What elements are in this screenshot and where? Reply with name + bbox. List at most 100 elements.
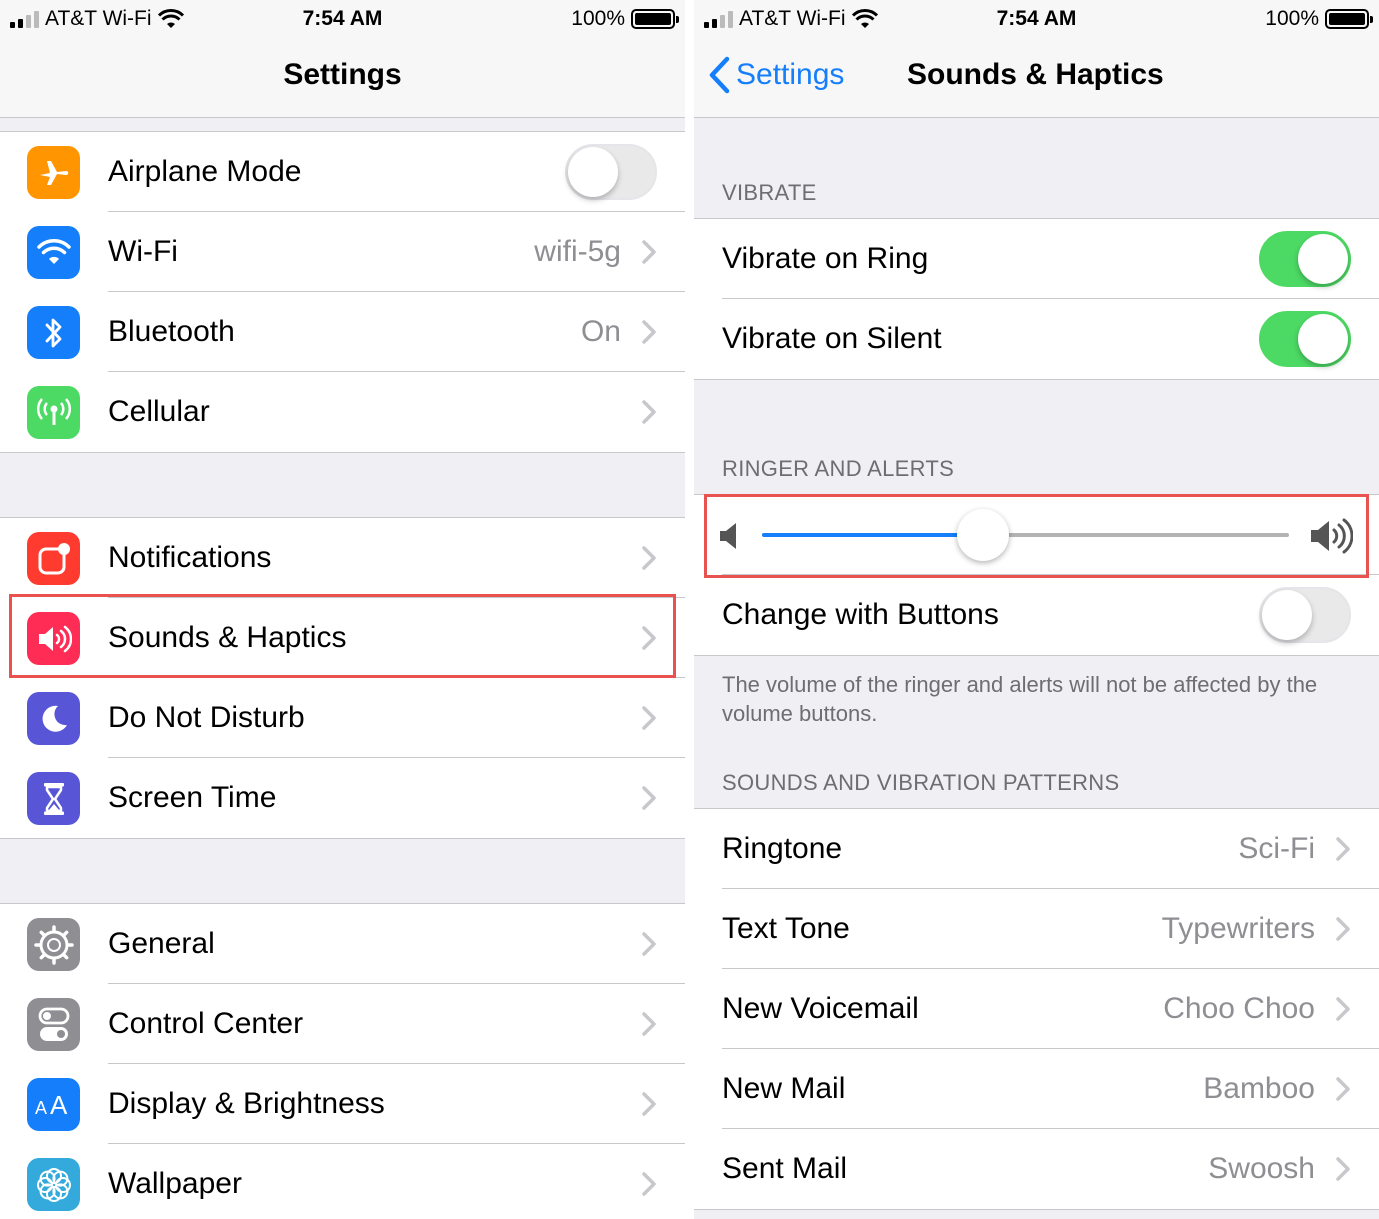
settings-row-label: Sounds & Haptics	[108, 621, 347, 654]
chevron-right-icon	[1336, 917, 1350, 941]
pattern-value: Bamboo	[1203, 1072, 1315, 1105]
pattern-value: Choo Choo	[1163, 992, 1315, 1025]
chevron-right-icon	[642, 1172, 656, 1196]
pattern-label: New Voicemail	[722, 992, 919, 1025]
section-header-ringer: RINGER AND ALERTS	[722, 456, 955, 481]
ringer-group: Change with Buttons	[694, 494, 1379, 656]
chevron-right-icon	[642, 240, 656, 264]
pattern-value: Sci-Fi	[1238, 832, 1315, 865]
vibrate-on-silent-toggle[interactable]	[1259, 311, 1351, 367]
pattern-label: New Mail	[722, 1072, 846, 1105]
settings-row-general[interactable]: General	[0, 904, 685, 984]
settings-row-label: Screen Time	[108, 781, 277, 814]
back-button[interactable]: Settings	[708, 56, 844, 94]
settings-row-bluetooth[interactable]: Bluetooth On	[0, 292, 685, 372]
section-header-vibrate: VIBRATE	[722, 180, 817, 205]
chevron-right-icon	[642, 786, 656, 810]
notifications-icon	[27, 532, 80, 585]
chevron-right-icon	[642, 400, 656, 424]
pattern-value: Typewriters	[1161, 912, 1315, 945]
pattern-value: Swoosh	[1208, 1152, 1315, 1185]
settings-row-wi-fi[interactable]: Wi-Fi wifi-5g	[0, 212, 685, 292]
ringer-volume-slider[interactable]	[762, 533, 1289, 537]
pattern-row-new-mail[interactable]: New Mail Bamboo	[694, 1049, 1379, 1129]
chevron-right-icon	[1336, 1077, 1350, 1101]
speaker-icon	[27, 612, 80, 665]
back-button-label: Settings	[736, 58, 845, 91]
settings-group-general: General Control Center A A Display & Brightn…	[0, 903, 685, 1219]
vibrate-group: Vibrate on Ring Vibrate on Silent	[694, 218, 1379, 380]
chevron-right-icon	[642, 1012, 656, 1036]
settings-row-cellular[interactable]: Cellular	[0, 372, 685, 452]
chevron-right-icon	[642, 320, 656, 344]
text-size-icon: AA	[27, 1078, 80, 1131]
vibrate-on-ring-row: Vibrate on Ring	[694, 219, 1379, 299]
pattern-row-new-voicemail[interactable]: New Voicemail Choo Choo	[694, 969, 1379, 1049]
vibrate-on-silent-row: Vibrate on Silent	[694, 299, 1379, 379]
vibrate-on-ring-toggle[interactable]	[1259, 231, 1351, 287]
battery-icon	[1325, 9, 1373, 29]
airplane-icon	[27, 146, 80, 199]
settings-row-sounds-and-haptics[interactable]: Sounds & Haptics	[0, 598, 685, 678]
flower-icon	[27, 1158, 80, 1211]
settings-row-do-not-disturb[interactable]: Do Not Disturb	[0, 678, 685, 758]
pattern-row-text-tone[interactable]: Text Tone Typewriters	[694, 889, 1379, 969]
volume-high-icon	[1311, 518, 1353, 554]
pattern-label: Text Tone	[722, 912, 850, 945]
bluetooth-icon	[27, 306, 80, 359]
settings-row-label: General	[108, 927, 215, 960]
settings-row-control-center[interactable]: Control Center	[0, 984, 685, 1064]
switches-icon	[27, 998, 80, 1051]
sounds-haptics-screen: AT&T Wi-Fi 7:54 AM 100% Settings Sounds …	[694, 0, 1379, 1219]
settings-row-label: Control Center	[108, 1007, 304, 1040]
change-with-buttons-label: Change with Buttons	[722, 598, 999, 631]
sound-patterns-group: Ringtone Sci-Fi Text Tone Typewriters New Vo…	[694, 808, 1379, 1210]
settings-screen: AT&T Wi-Fi 7:54 AM 100% Settings Airplan…	[0, 0, 685, 1219]
airplane-mode-toggle[interactable]	[565, 144, 657, 200]
page-title: Settings	[283, 58, 402, 91]
settings-row-label: Wallpaper	[108, 1167, 242, 1200]
section-header-patterns: SOUNDS AND VIBRATION PATTERNS	[722, 770, 1120, 795]
settings-row-wallpaper[interactable]: Wallpaper	[0, 1144, 685, 1219]
pattern-row-sent-mail[interactable]: Sent Mail Swoosh	[694, 1129, 1379, 1209]
change-with-buttons-toggle[interactable]	[1259, 587, 1351, 643]
chevron-right-icon	[642, 1092, 656, 1116]
settings-row-label: Airplane Mode	[108, 155, 302, 188]
settings-group-connectivity: Airplane Mode Wi-Fi wifi-5g Bluetooth On Cell…	[0, 131, 685, 453]
nav-bar: Settings	[0, 38, 685, 118]
status-bar: AT&T Wi-Fi 7:54 AM 100%	[0, 0, 685, 38]
ringer-footer-text: The volume of the ringer and alerts will…	[722, 672, 1318, 726]
settings-row-display-and-brightness[interactable]: A A Display & Brightness	[0, 1064, 685, 1144]
chevron-right-icon	[642, 546, 656, 570]
wifi-icon	[27, 226, 80, 279]
volume-low-icon	[720, 523, 736, 549]
battery-percent: 100%	[1265, 7, 1319, 30]
status-bar: AT&T Wi-Fi 7:54 AM 100%	[694, 0, 1379, 38]
nav-bar: Settings Sounds & Haptics	[694, 38, 1379, 118]
hourglass-icon	[27, 772, 80, 825]
chevron-right-icon	[1336, 1157, 1350, 1181]
settings-row-value: On	[580, 315, 621, 348]
settings-row-label: Wi-Fi	[108, 235, 178, 268]
settings-row-label: Do Not Disturb	[108, 701, 305, 734]
settings-row-notifications[interactable]: Notifications	[0, 518, 685, 598]
settings-row-label: Cellular	[108, 395, 210, 428]
battery-percent: 100%	[571, 7, 625, 30]
ringer-volume-thumb[interactable]	[957, 509, 1010, 561]
settings-group-notifications: Notifications Sounds & Haptics Do Not Dist…	[0, 517, 685, 839]
chevron-left-icon	[709, 56, 730, 94]
moon-icon	[27, 692, 80, 745]
settings-row-label: Display & Brightness	[108, 1087, 385, 1120]
settings-row-airplane-mode[interactable]: Airplane Mode	[0, 132, 685, 212]
vibrate-on-silent-label: Vibrate on Silent	[722, 322, 942, 355]
battery-icon	[631, 9, 679, 29]
settings-row-label: Bluetooth	[108, 315, 235, 348]
settings-row-value: wifi-5g	[534, 235, 621, 268]
svg-text:A: A	[35, 1098, 47, 1118]
settings-row-screen-time[interactable]: Screen Time	[0, 758, 685, 838]
pattern-label: Sent Mail	[722, 1152, 848, 1185]
pattern-label: Ringtone	[722, 832, 843, 865]
change-with-buttons-row: Change with Buttons	[694, 575, 1379, 655]
chevron-right-icon	[1336, 837, 1350, 861]
pattern-row-ringtone[interactable]: Ringtone Sci-Fi	[694, 809, 1379, 889]
